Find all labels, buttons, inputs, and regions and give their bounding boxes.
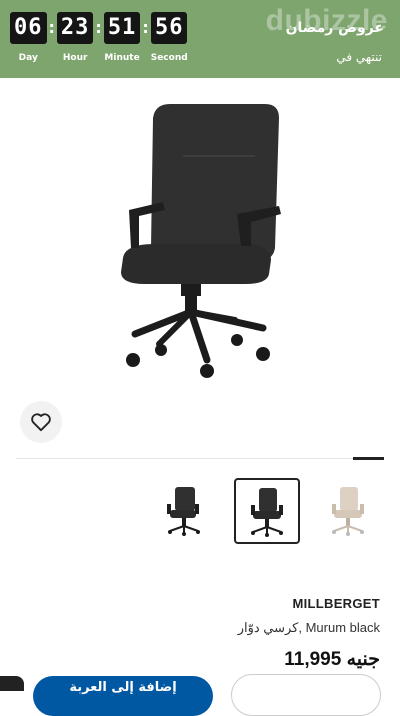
product-price: 11,995 جنيه: [284, 649, 380, 670]
timer-hour-label: Hour: [62, 53, 88, 63]
timer-second: 56 Second: [151, 12, 188, 63]
countdown-timer: 06 Day : 23 Hour : 51 Minute : 56 Second: [10, 12, 188, 63]
timer-day-label: Day: [18, 53, 38, 63]
timer-minute-label: Minute: [104, 53, 140, 63]
heart-icon: [31, 413, 51, 432]
thumbnail-chair-front-selected[interactable]: [234, 478, 300, 544]
promo-ends-label: تنتهي في: [336, 50, 382, 64]
product-brand: MILLBERGET: [292, 596, 380, 611]
timer-minute: 51 Minute: [103, 12, 141, 63]
thumbnail-chair-beige[interactable]: [316, 478, 380, 542]
timer-separator: :: [48, 18, 55, 37]
chair-thumbnail-image: [332, 487, 364, 536]
product-main-image[interactable]: [95, 98, 305, 388]
countdown-banner: 06 Day : 23 Hour : 51 Minute : 56 Second…: [0, 0, 400, 78]
timer-minute-value: 51: [103, 12, 141, 44]
promo-title: عروض رمضان: [285, 20, 384, 36]
secondary-action-button[interactable]: [231, 674, 381, 716]
timer-hour-value: 23: [56, 12, 94, 44]
chair-thumbnail-image: [251, 488, 283, 537]
favorite-button[interactable]: [20, 401, 62, 443]
carousel-position-indicator: [353, 457, 384, 460]
timer-separator: :: [95, 18, 102, 37]
thumbnail-strip: [0, 478, 400, 546]
timer-second-value: 56: [150, 12, 188, 44]
timer-day: 06 Day: [10, 12, 47, 63]
add-to-cart-button[interactable]: إضافة إلى العربة: [33, 676, 213, 716]
timer-hour: 23 Hour: [56, 12, 94, 63]
timer-second-label: Second: [150, 53, 188, 63]
thumbnail-chair-side[interactable]: [152, 478, 216, 542]
timer-separator: :: [142, 18, 149, 37]
image-carousel-divider: [16, 458, 384, 459]
add-to-cart-label: إضافة إلى العربة: [69, 680, 177, 695]
bottom-left-edge: [0, 676, 24, 691]
timer-day-value: 06: [10, 12, 47, 44]
chair-thumbnail-image: [167, 487, 200, 536]
product-description: كرسي دوّار, Murum black: [237, 620, 380, 635]
